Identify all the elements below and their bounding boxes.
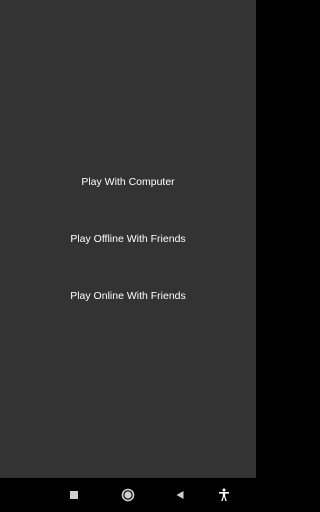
circle-home-icon: [121, 488, 135, 502]
home-button[interactable]: [112, 478, 144, 512]
accessibility-button[interactable]: [208, 478, 240, 512]
recents-button[interactable]: [58, 478, 90, 512]
play-online-with-friends-button[interactable]: Play Online With Friends: [0, 284, 256, 308]
triangle-back-icon: [176, 491, 184, 499]
play-offline-with-friends-button[interactable]: Play Offline With Friends: [0, 227, 256, 251]
play-with-computer-button[interactable]: Play With Computer: [0, 170, 256, 194]
back-button[interactable]: [164, 478, 196, 512]
app-screen: Play With Computer Play Offline With Fri…: [0, 0, 256, 478]
accessibility-person-icon: [219, 488, 229, 501]
square-recents-icon: [70, 491, 78, 499]
system-navigation-bar: [0, 478, 256, 512]
